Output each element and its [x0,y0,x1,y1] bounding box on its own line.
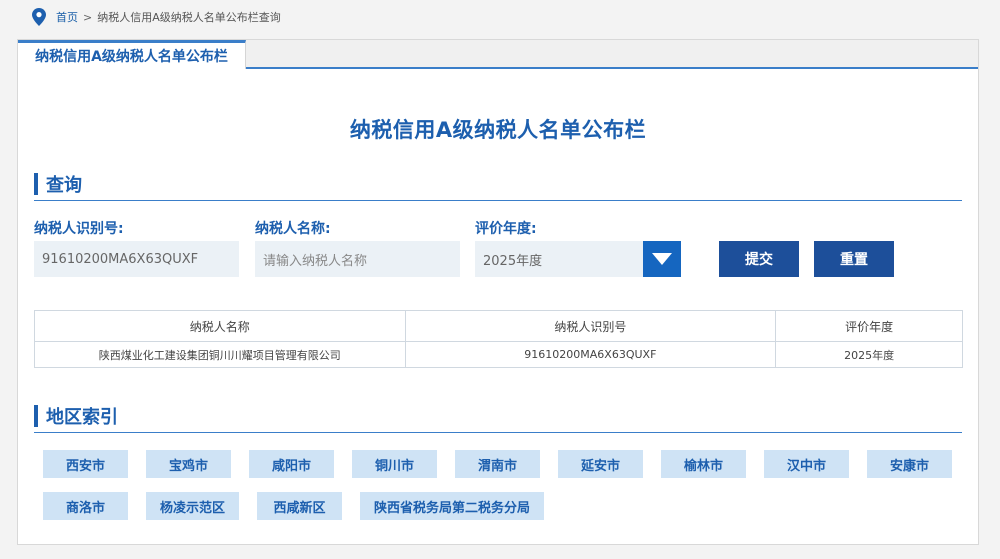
location-pin-icon [32,8,46,26]
column-header-year: 评价年度 [775,310,963,342]
year-label: 评价年度: [475,221,537,237]
region-link-hanzhong[interactable]: 汉中市 [764,450,849,478]
query-section-title: 查询 [46,174,82,196]
taxpayer-id-label: 纳税人识别号: [34,221,124,237]
reset-button[interactable]: 重置 [814,241,894,277]
table-header-row: 纳税人名称 纳税人识别号 评价年度 [34,310,963,342]
region-section-header: 地区索引 [34,399,962,433]
region-link-yanan[interactable]: 延安市 [558,450,643,478]
column-header-name: 纳税人名称 [34,310,406,342]
page-title: 纳税信用A级纳税人名单公布栏 [349,118,647,142]
region-link-yangling[interactable]: 杨凌示范区 [146,492,240,520]
region-link-tongchuan[interactable]: 铜川市 [352,450,437,478]
tab-bar: 纳税信用A级纳税人名单公布栏 [18,40,978,69]
results-table: 纳税人名称 纳税人识别号 评价年度 陕西煤业化工建设集团铜川川耀项目管理有限公司… [34,310,963,368]
region-link-xian[interactable]: 西安市 [43,450,128,478]
region-section-title: 地区索引 [46,406,118,428]
cell-taxpayer-id: 91610200MA6X63QUXF [404,341,777,368]
region-index: 西安市 宝鸡市 咸阳市 铜川市 渭南市 延安市 榆林市 汉中市 安康市 商洛市 … [43,450,963,520]
tab-a-level-list[interactable]: 纳税信用A级纳税人名单公布栏 [18,40,246,69]
year-select[interactable]: 2025年度 [475,241,643,277]
column-header-id: 纳税人识别号 [404,310,777,342]
breadcrumb-home-link[interactable]: 首页 [56,9,78,25]
region-link-yulin[interactable]: 榆林市 [661,450,746,478]
content-panel: 纳税信用A级纳税人名单公布栏 纳税信用A级纳税人名单公布栏 查询 纳税人识别号:… [17,39,979,545]
region-link-baoji[interactable]: 宝鸡市 [146,450,231,478]
breadcrumb: 首页 > 纳税人信用A级纳税人名单公布栏查询 [32,6,281,28]
query-section-header: 查询 [34,167,962,201]
table-row: 陕西煤业化工建设集团铜川川耀项目管理有限公司 91610200MA6X63QUX… [34,341,963,368]
taxpayer-id-input[interactable]: 91610200MA6X63QUXF [34,241,239,277]
triangle-down-icon [652,253,672,265]
taxpayer-name-input[interactable]: 请输入纳税人名称 [255,241,460,277]
region-link-xixian[interactable]: 西咸新区 [257,492,343,520]
section-marker [34,404,38,427]
cell-taxpayer-name: 陕西煤业化工建设集团铜川川耀项目管理有限公司 [34,341,406,368]
region-link-shangluo[interactable]: 商洛市 [43,492,128,520]
section-marker [34,172,38,195]
region-link-xianyang[interactable]: 咸阳市 [249,450,334,478]
region-link-weinan[interactable]: 渭南市 [455,450,540,478]
region-link-ankang[interactable]: 安康市 [867,450,952,478]
region-link-second-branch[interactable]: 陕西省税务局第二税务分局 [360,492,545,520]
submit-button[interactable]: 提交 [719,241,799,277]
taxpayer-name-label: 纳税人名称: [255,221,331,237]
cell-year: 2025年度 [775,341,963,368]
year-dropdown-button[interactable] [643,241,681,277]
breadcrumb-separator: > [83,10,93,24]
breadcrumb-current: 纳税人信用A级纳税人名单公布栏查询 [97,11,281,24]
